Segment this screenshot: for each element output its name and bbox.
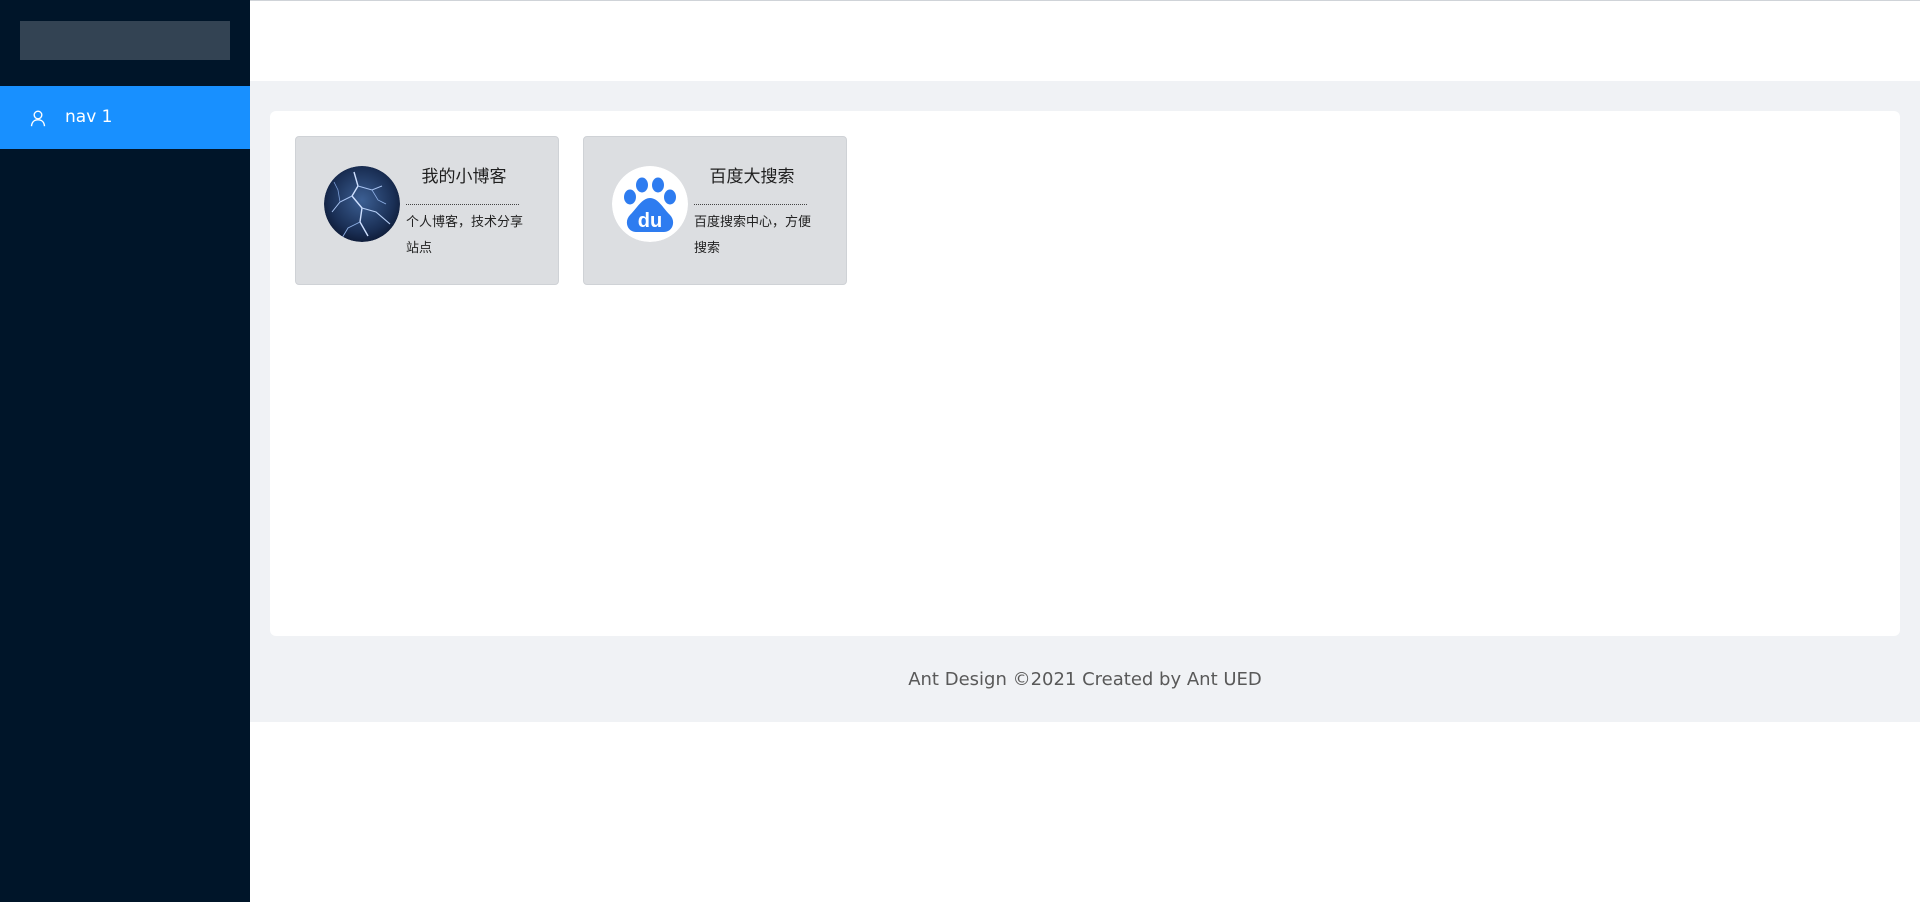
sidebar-item-label: nav 1 bbox=[65, 107, 113, 127]
footer-text: Ant Design ©2021 Created by Ant UED bbox=[908, 669, 1262, 690]
card-title: 我的小博客 bbox=[421, 167, 507, 187]
card-description: 个人博客，技术分享站点 bbox=[406, 215, 524, 256]
header bbox=[250, 1, 1920, 81]
card-description: 百度搜索中心，方便搜索 bbox=[694, 215, 812, 256]
user-icon bbox=[30, 110, 46, 127]
site-card-blog[interactable]: 我的小博客 个人博客，技术分享站点 bbox=[295, 136, 559, 285]
footer: Ant Design ©2021 Created by Ant UED bbox=[250, 660, 1920, 700]
blog-avatar-image bbox=[324, 166, 400, 242]
svg-text:du: du bbox=[638, 210, 662, 232]
logo-placeholder bbox=[20, 21, 230, 60]
card-divider bbox=[406, 204, 519, 205]
card-title: 百度大搜索 bbox=[709, 167, 795, 187]
card-divider bbox=[694, 204, 807, 205]
sidebar: nav 1 bbox=[0, 0, 250, 902]
app-root: nav 1 我的小博客 个人博客，技术分享站点 du 百度大搜索 百度搜索中心，… bbox=[0, 0, 1920, 902]
baidu-logo-icon: du bbox=[612, 166, 688, 242]
site-card-baidu[interactable]: du 百度大搜索 百度搜索中心，方便搜索 bbox=[583, 136, 847, 285]
sidebar-item-nav-1[interactable]: nav 1 bbox=[0, 86, 250, 149]
